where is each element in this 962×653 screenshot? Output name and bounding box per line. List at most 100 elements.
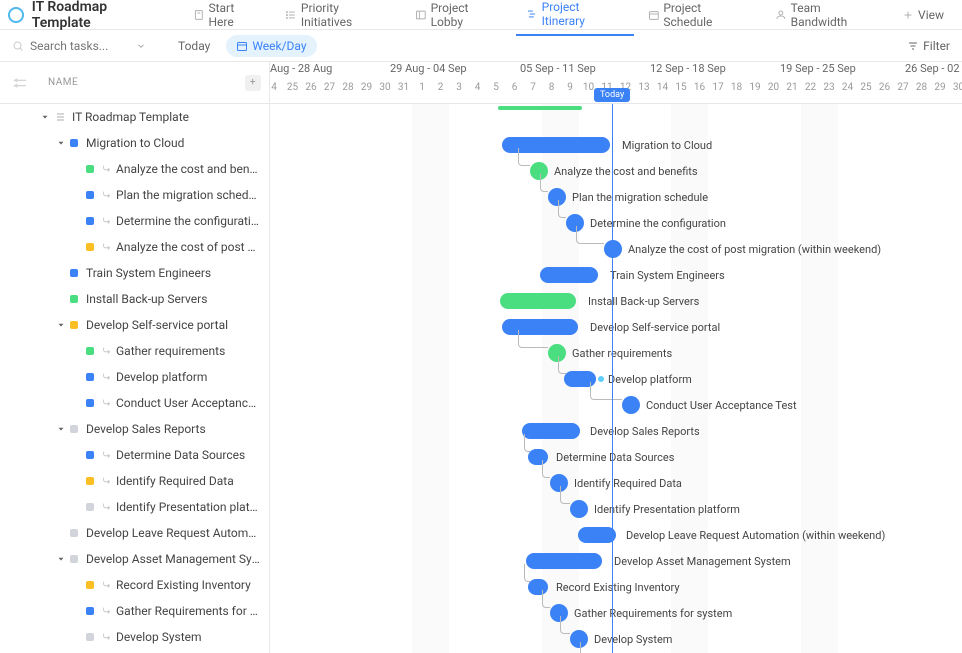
gantt-row[interactable]: Analyze the cost and benefits: [270, 158, 962, 184]
nav-tab-start-here[interactable]: Start Here: [183, 0, 271, 36]
gantt-bar[interactable]: [578, 527, 616, 543]
caret-down-icon[interactable]: [56, 424, 66, 434]
gantt-row[interactable]: Record Existing Inventory: [270, 574, 962, 600]
tree-item[interactable]: IT Roadmap Template: [0, 104, 269, 130]
tree-item[interactable]: Record Existing Inventory: [0, 572, 269, 598]
list-icon: [285, 9, 297, 21]
gantt-row[interactable]: Conduct User Acceptance Test: [270, 392, 962, 418]
app-logo-icon: [8, 7, 24, 23]
nav-tab-team-bandwidth[interactable]: Team Bandwidth: [765, 0, 888, 36]
status-indicator: [86, 633, 94, 641]
tree-item[interactable]: Develop Leave Request Automation: [0, 520, 269, 546]
search-container[interactable]: [12, 39, 162, 53]
gantt-milestone[interactable]: [604, 240, 622, 258]
gantt-milestone[interactable]: [548, 188, 566, 206]
gantt-milestone[interactable]: [550, 604, 568, 622]
subtask-icon: [102, 190, 112, 200]
gantt-row[interactable]: Gather requirements: [270, 340, 962, 366]
tree-item[interactable]: Develop Self-service portal: [0, 312, 269, 338]
tree-item[interactable]: Install Back-up Servers: [0, 286, 269, 312]
collapse-icon[interactable]: [12, 75, 28, 91]
weekday-toggle[interactable]: Week/Day: [226, 35, 316, 57]
subtask-icon: [102, 476, 112, 486]
status-indicator: [86, 451, 94, 459]
gantt-bar[interactable]: [528, 579, 548, 595]
gantt-row[interactable]: [270, 106, 962, 132]
gantt-row[interactable]: Determine the configuration: [270, 210, 962, 236]
caret-down-icon[interactable]: [56, 554, 66, 564]
tree-item[interactable]: Gather requirements: [0, 338, 269, 364]
gantt-row[interactable]: Train System Engineers: [270, 262, 962, 288]
tree-item[interactable]: Develop Asset Management System: [0, 546, 269, 572]
gantt-row[interactable]: Plan the migration schedule: [270, 184, 962, 210]
gantt-bar[interactable]: [502, 319, 578, 335]
gantt-bar[interactable]: [540, 267, 598, 283]
nav-tab-project-itinerary[interactable]: Project Itinerary: [516, 0, 634, 36]
tree-item[interactable]: Conduct User Acceptance Test: [0, 390, 269, 416]
tree-label: Plan the migration schedule: [116, 188, 261, 202]
gantt-row[interactable]: Identify Presentation platform: [270, 496, 962, 522]
gantt-row[interactable]: Develop Sales Reports: [270, 418, 962, 444]
gantt-bar[interactable]: [564, 371, 596, 387]
tree-item[interactable]: Plan the migration schedule: [0, 182, 269, 208]
tree-item[interactable]: Identify Presentation platform: [0, 494, 269, 520]
gantt-row[interactable]: Analyze the cost of post migration (with…: [270, 236, 962, 262]
tree-item[interactable]: Determine Data Sources: [0, 442, 269, 468]
add-column-button[interactable]: +: [245, 75, 261, 91]
gantt-row[interactable]: Develop Leave Request Automation (within…: [270, 522, 962, 548]
tree-item[interactable]: Develop platform: [0, 364, 269, 390]
chevron-down-icon[interactable]: [136, 41, 146, 51]
search-input[interactable]: [30, 39, 130, 53]
caret-down-icon[interactable]: [56, 320, 66, 330]
gantt-row[interactable]: Determine Data Sources: [270, 444, 962, 470]
tree-item[interactable]: Develop Sales Reports: [0, 416, 269, 442]
tree-item[interactable]: Develop System: [0, 624, 269, 650]
gantt-row[interactable]: Develop Self-service portal: [270, 314, 962, 340]
tree-item[interactable]: Analyze the cost of post mig...: [0, 234, 269, 260]
gantt-milestone[interactable]: [622, 396, 640, 414]
gantt-body[interactable]: Today Migration to CloudAnalyze the cost…: [270, 104, 962, 653]
gantt-bar[interactable]: [502, 137, 610, 153]
today-button[interactable]: Today: [170, 35, 218, 57]
gantt-row[interactable]: Install Back-up Servers: [270, 288, 962, 314]
tree-item[interactable]: Migration to Cloud: [0, 130, 269, 156]
nav-tab-project-lobby[interactable]: Project Lobby: [405, 0, 512, 36]
gantt-chart[interactable]: Aug - 28 Aug29 Aug - 04 Sep05 Sep - 11 S…: [270, 62, 962, 653]
tree-item[interactable]: Analyze the cost and benefits: [0, 156, 269, 182]
gantt-bar[interactable]: [526, 553, 602, 569]
gantt-row[interactable]: Develop System: [270, 626, 962, 652]
gantt-bar-label: Identify Presentation platform: [594, 503, 740, 516]
caret-down-icon[interactable]: [40, 112, 50, 122]
nav-tab-project-schedule[interactable]: Project Schedule: [638, 0, 761, 36]
gantt-row[interactable]: Identify Required Data: [270, 470, 962, 496]
gantt-row[interactable]: Migration to Cloud: [270, 132, 962, 158]
filter-button[interactable]: Filter: [907, 39, 950, 53]
gantt-milestone[interactable]: [530, 162, 548, 180]
gantt-bar[interactable]: [528, 449, 548, 465]
gantt-milestone[interactable]: [566, 214, 584, 232]
day-cell: 29: [357, 82, 377, 93]
gantt-row[interactable]: Develop platform: [270, 366, 962, 392]
tree-item[interactable]: Identify Required Data: [0, 468, 269, 494]
nav-tab-priority-initiatives[interactable]: Priority Initiatives: [275, 0, 401, 36]
gantt-milestone[interactable]: [570, 630, 588, 648]
gantt-milestone[interactable]: [550, 474, 568, 492]
day-cell: 14: [653, 82, 673, 93]
gantt-row[interactable]: Develop Asset Management System: [270, 548, 962, 574]
nav-tab-view[interactable]: View: [892, 0, 954, 36]
status-indicator: [86, 347, 94, 355]
gantt-row[interactable]: Gather Requirements for system: [270, 600, 962, 626]
gantt-bar[interactable]: [500, 293, 576, 309]
day-cell: 3: [449, 82, 469, 93]
gantt-bar-label: Gather Requirements for system: [574, 607, 732, 620]
gantt-bar[interactable]: [522, 423, 580, 439]
tree-label: Identify Required Data: [116, 474, 234, 488]
gantt-bar[interactable]: [498, 106, 582, 110]
tree-label: Analyze the cost of post mig...: [116, 240, 261, 254]
tree-item[interactable]: Gather Requirements for syst...: [0, 598, 269, 624]
gantt-milestone[interactable]: [548, 344, 566, 362]
gantt-milestone[interactable]: [570, 500, 588, 518]
tree-item[interactable]: Train System Engineers: [0, 260, 269, 286]
caret-down-icon[interactable]: [56, 138, 66, 148]
tree-item[interactable]: Determine the configuration: [0, 208, 269, 234]
